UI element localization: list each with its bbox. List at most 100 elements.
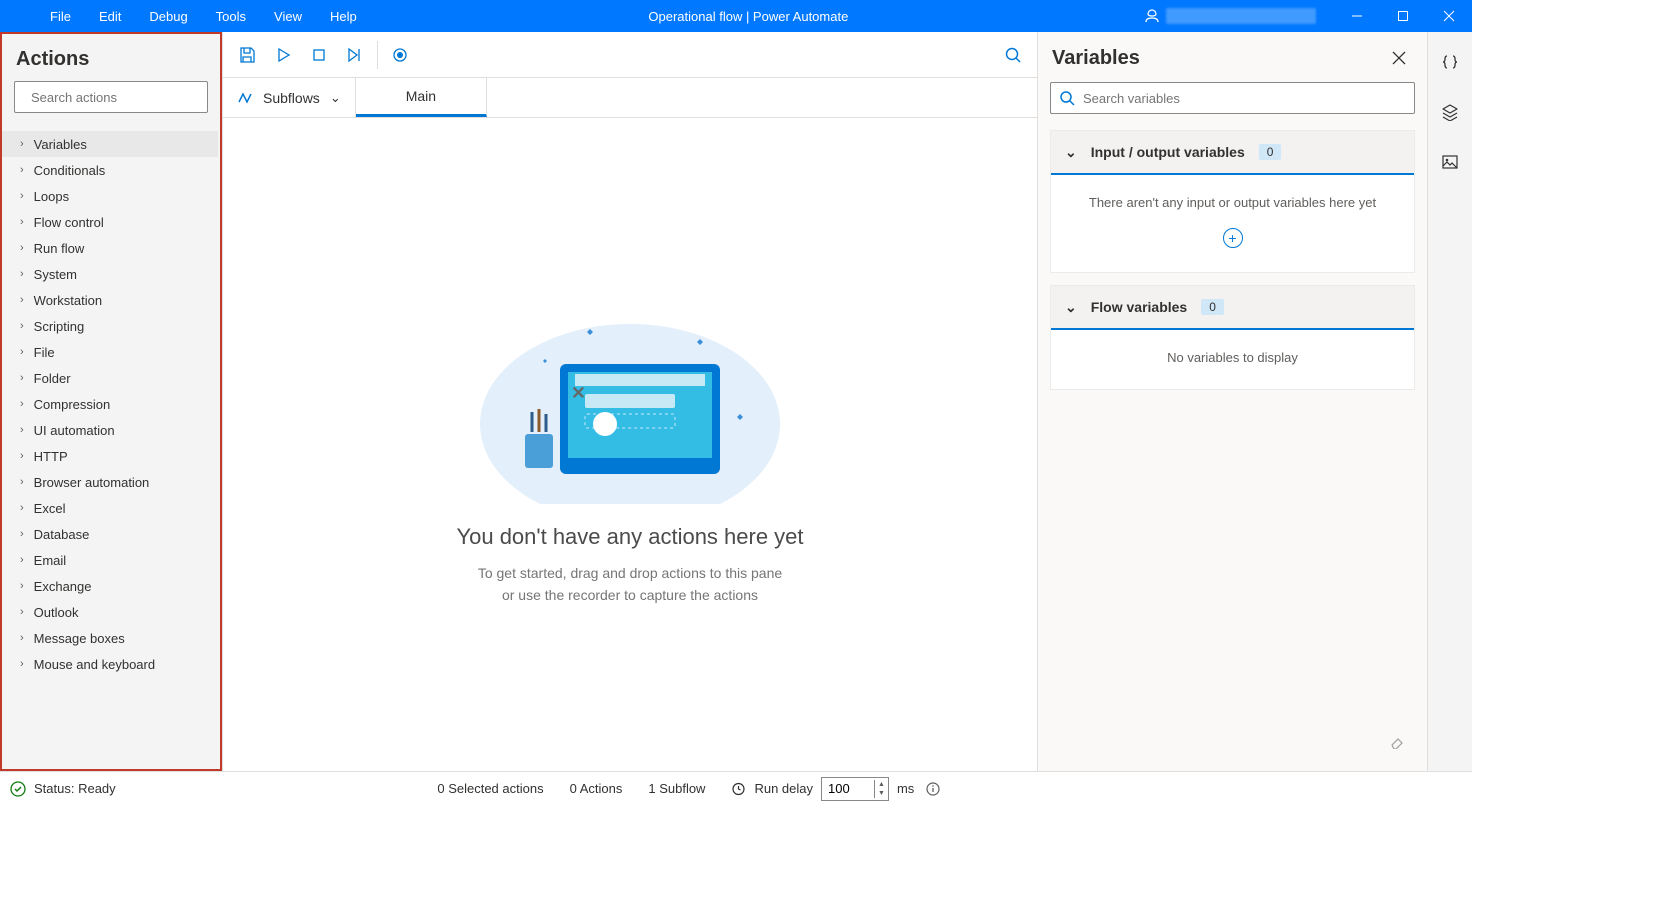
clear-button[interactable]: [1383, 727, 1411, 755]
stop-button[interactable]: [301, 37, 337, 73]
spin-up[interactable]: ▲: [875, 780, 888, 789]
run-delay-spinner[interactable]: ▲▼: [821, 777, 889, 801]
category-database[interactable]: ›Database: [2, 521, 218, 547]
category-browser-automation[interactable]: ›Browser automation: [2, 469, 218, 495]
search-button[interactable]: [995, 37, 1031, 73]
tabs-row: Subflows ⌄ Main: [223, 78, 1037, 118]
category-ui-automation[interactable]: ›UI automation: [2, 417, 218, 443]
chevron-down-icon: ⌄: [1065, 299, 1077, 316]
subflows-count: 1 Subflow: [648, 781, 705, 796]
step-button[interactable]: [337, 37, 373, 73]
menu-file[interactable]: File: [36, 0, 85, 32]
menu-help[interactable]: Help: [316, 0, 371, 32]
canvas-empty-sub1: To get started, drag and drop actions to…: [478, 565, 782, 581]
category-system[interactable]: ›System: [2, 261, 218, 287]
chevron-right-icon: ›: [20, 632, 24, 644]
category-email[interactable]: ›Email: [2, 547, 218, 573]
image-icon: [1441, 153, 1459, 171]
actions-panel: Actions ›Variables ›Conditionals ›Loops …: [0, 32, 222, 771]
category-variables[interactable]: ›Variables: [2, 131, 218, 157]
designer-canvas[interactable]: You don't have any actions here yet To g…: [223, 118, 1037, 771]
category-file[interactable]: ›File: [2, 339, 218, 365]
chevron-right-icon: ›: [20, 294, 24, 306]
category-loops[interactable]: ›Loops: [2, 183, 218, 209]
empty-illustration: [470, 284, 790, 504]
search-icon: [1059, 90, 1075, 106]
chevron-right-icon: ›: [20, 216, 24, 228]
menu-debug[interactable]: Debug: [135, 0, 201, 32]
close-button[interactable]: [1426, 0, 1472, 32]
category-flow-control[interactable]: ›Flow control: [2, 209, 218, 235]
menu-edit[interactable]: Edit: [85, 0, 135, 32]
flow-variables-header[interactable]: ⌄ Flow variables 0: [1051, 286, 1414, 330]
plus-icon: +: [1223, 228, 1243, 248]
variables-search-input[interactable]: [1083, 91, 1406, 106]
run-button[interactable]: [265, 37, 301, 73]
step-icon: [346, 47, 364, 63]
subflows-dropdown[interactable]: Subflows ⌄: [223, 78, 356, 117]
rail-images-button[interactable]: [1436, 148, 1464, 176]
category-mouse-keyboard[interactable]: ›Mouse and keyboard: [2, 651, 218, 677]
flow-variables-empty-text: No variables to display: [1063, 350, 1402, 365]
close-icon: [1392, 51, 1406, 65]
info-icon[interactable]: [926, 782, 940, 796]
account-area[interactable]: [1126, 0, 1334, 32]
category-message-boxes[interactable]: ›Message boxes: [2, 625, 218, 651]
category-workstation[interactable]: ›Workstation: [2, 287, 218, 313]
chevron-right-icon: ›: [20, 528, 24, 540]
category-run-flow[interactable]: ›Run flow: [2, 235, 218, 261]
layers-icon: [1441, 103, 1459, 121]
add-io-variable-button[interactable]: +: [1063, 228, 1402, 248]
maximize-button[interactable]: [1380, 0, 1426, 32]
canvas-empty-sub2: or use the recorder to capture the actio…: [502, 587, 758, 603]
play-icon: [275, 47, 291, 63]
toolbar-separator: [377, 41, 378, 69]
chevron-right-icon: ›: [20, 424, 24, 436]
category-outlook[interactable]: ›Outlook: [2, 599, 218, 625]
variables-panel: Variables ⌄ Input / output variables 0 T…: [1038, 32, 1428, 771]
io-variables-section: ⌄ Input / output variables 0 There aren'…: [1050, 130, 1415, 273]
designer-center: Subflows ⌄ Main: [222, 32, 1038, 771]
menu-view[interactable]: View: [260, 0, 316, 32]
record-button[interactable]: [382, 37, 418, 73]
category-conditionals[interactable]: ›Conditionals: [2, 157, 218, 183]
window-title: Operational flow | Power Automate: [371, 9, 1126, 24]
menu-tools[interactable]: Tools: [202, 0, 260, 32]
variables-panel-close[interactable]: [1385, 44, 1413, 72]
chevron-right-icon: ›: [20, 476, 24, 488]
chevron-right-icon: ›: [20, 580, 24, 592]
category-excel[interactable]: ›Excel: [2, 495, 218, 521]
tab-main[interactable]: Main: [356, 78, 487, 117]
rail-ui-elements-button[interactable]: [1436, 98, 1464, 126]
actions-category-list[interactable]: ›Variables ›Conditionals ›Loops ›Flow co…: [2, 131, 220, 769]
record-icon: [392, 47, 408, 63]
chevron-right-icon: ›: [20, 554, 24, 566]
rail-variables-button[interactable]: [1436, 48, 1464, 76]
actions-search-input[interactable]: [31, 90, 207, 105]
flow-variables-count: 0: [1201, 299, 1224, 315]
category-folder[interactable]: ›Folder: [2, 365, 218, 391]
run-delay-input[interactable]: [822, 781, 874, 796]
flow-variables-section: ⌄ Flow variables 0 No variables to displ…: [1050, 285, 1415, 390]
variables-panel-title: Variables: [1052, 47, 1140, 70]
spin-down[interactable]: ▼: [875, 789, 888, 798]
status-text: Status: Ready: [34, 781, 116, 796]
title-bar: File Edit Debug Tools View Help Operatio…: [0, 0, 1472, 32]
run-delay-unit: ms: [897, 781, 914, 796]
chevron-right-icon: ›: [20, 242, 24, 254]
category-compression[interactable]: ›Compression: [2, 391, 218, 417]
chevron-right-icon: ›: [20, 320, 24, 332]
actions-search[interactable]: [14, 81, 208, 113]
variables-search[interactable]: [1050, 82, 1415, 114]
category-http[interactable]: ›HTTP: [2, 443, 218, 469]
chevron-right-icon: ›: [20, 450, 24, 462]
category-exchange[interactable]: ›Exchange: [2, 573, 218, 599]
io-variables-header[interactable]: ⌄ Input / output variables 0: [1051, 131, 1414, 175]
save-button[interactable]: [229, 37, 265, 73]
selected-actions-count: 0 Selected actions: [437, 781, 543, 796]
chevron-down-icon: ⌄: [1065, 144, 1077, 161]
category-scripting[interactable]: ›Scripting: [2, 313, 218, 339]
minimize-button[interactable]: [1334, 0, 1380, 32]
io-variables-empty-text: There aren't any input or output variabl…: [1063, 195, 1402, 210]
check-circle-icon: [10, 781, 26, 797]
